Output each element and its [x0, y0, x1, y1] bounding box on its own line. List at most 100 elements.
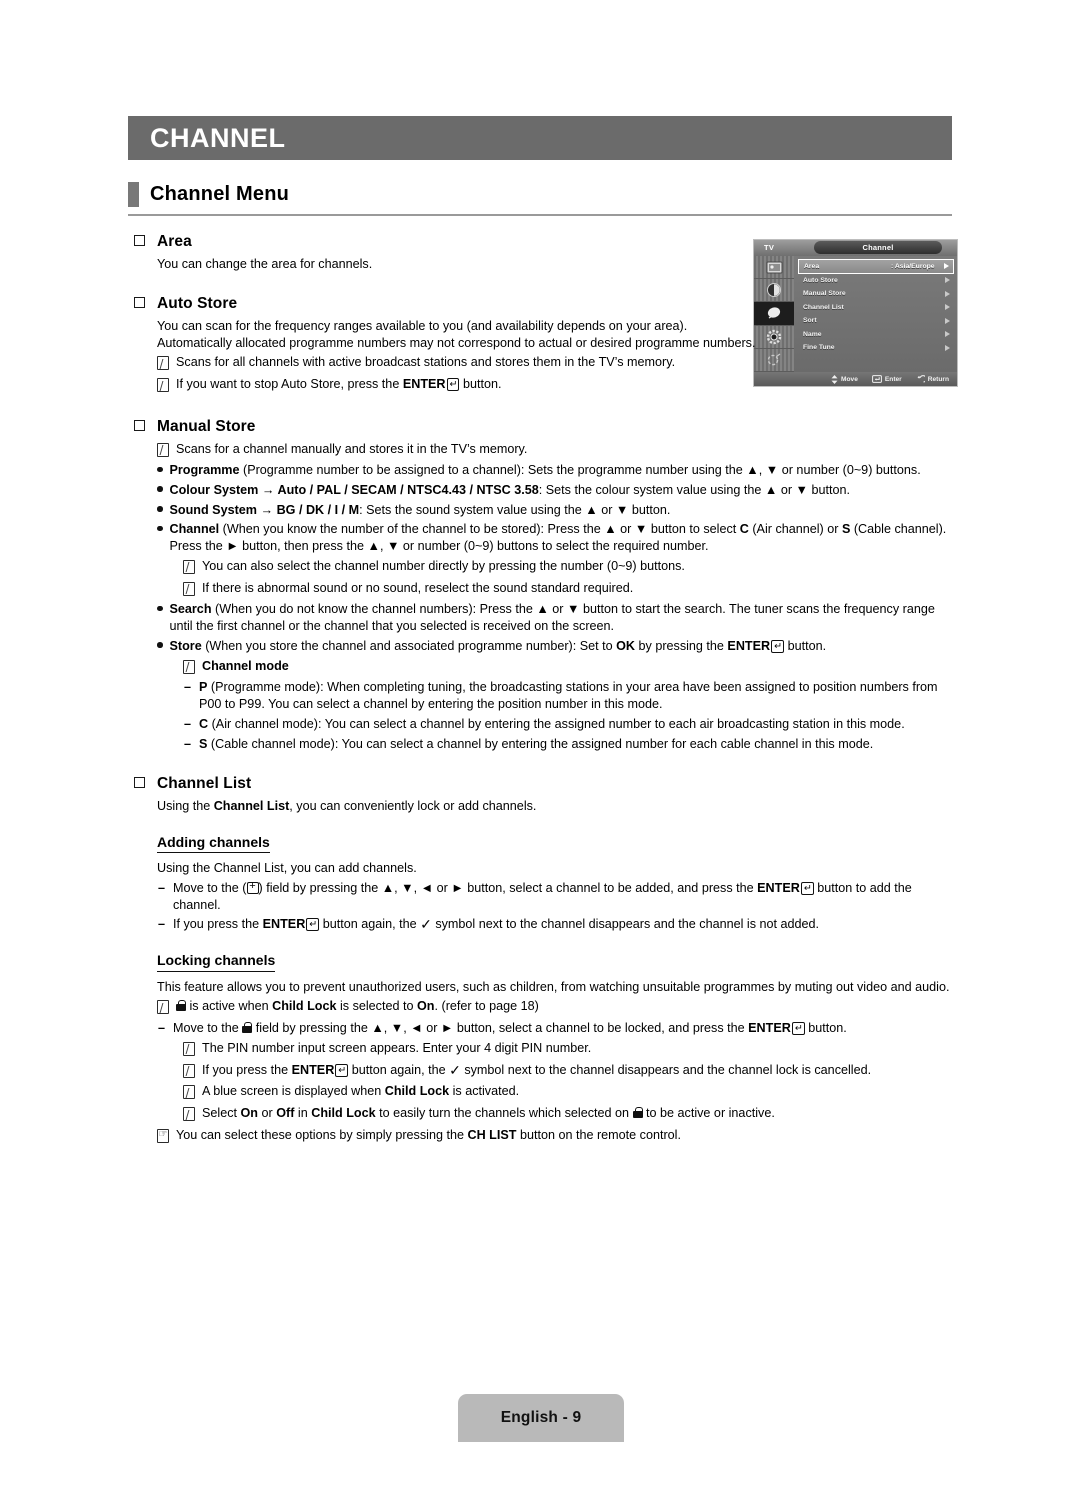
- note-text: is active when Child Lock is selected to…: [176, 998, 958, 1015]
- dash-text: P (Programme mode): When completing tuni…: [199, 680, 938, 712]
- dash-row: – S (Cable channel mode): You can select…: [183, 736, 958, 753]
- note-text: Select On or Off in Child Lock to easily…: [202, 1106, 775, 1121]
- bullet-row: Programme (Programme number to be assign…: [157, 462, 958, 479]
- page-number-label: English - 9: [500, 1409, 582, 1426]
- note-text: If you want to stop Auto Store, press th…: [176, 377, 502, 392]
- dash-text: S (Cable channel mode): You can select a…: [199, 736, 874, 751]
- note-text: If you press the ENTER ↵ button again, th…: [202, 1061, 872, 1078]
- checkbox-bullet-icon: [133, 416, 145, 431]
- note-text: Channel mode: [202, 658, 289, 673]
- enter-key-icon: ↵: [791, 1022, 805, 1036]
- heading-auto-store: Auto Store: [128, 294, 958, 315]
- bullet-row: Sound System → BG / DK / I / M: Sets the…: [157, 502, 958, 519]
- dash-row: – C (Air channel mode): You can select a…: [183, 716, 958, 733]
- note-row: If you press the ENTER ↵ button again, th…: [183, 1062, 958, 1081]
- note-icon: [183, 1083, 195, 1102]
- add-key-icon: [246, 881, 259, 894]
- note-icon: [183, 558, 195, 577]
- hand-note-text: You can select these options by simply p…: [176, 1127, 681, 1142]
- bullet-row: Store (When you store the channel and as…: [157, 638, 958, 655]
- bullet-text: Store (When you store the channel and as…: [169, 638, 827, 653]
- bullet-text: Colour System → Auto / PAL / SECAM / NTS…: [169, 482, 851, 497]
- dot-bullet-icon: [157, 601, 163, 618]
- bullet-text: Channel (When you know the number of the…: [169, 522, 947, 554]
- note-text: The PIN number input screen appears. Ent…: [202, 1040, 592, 1055]
- adding-channels-body: Using the Channel List, you can add chan…: [157, 861, 417, 876]
- section-heading: Channel Menu: [128, 182, 952, 207]
- note-row: If you want to stop Auto Store, press th…: [157, 376, 958, 395]
- page-footer-tab: English - 9: [458, 1394, 624, 1442]
- chapter-title: CHANNEL: [150, 122, 286, 153]
- checkbox-bullet-icon: [133, 294, 145, 309]
- note-row: Channel mode: [183, 658, 958, 677]
- note-row: is active when Child Lock is selected to…: [157, 998, 958, 1017]
- note-text: Scans for all channels with active broad…: [176, 355, 676, 370]
- note-icon: [157, 441, 169, 460]
- bullet-text: Sound System → BG / DK / I / M: Sets the…: [169, 502, 671, 517]
- dash-bullet-icon: –: [183, 736, 191, 751]
- dot-bullet-icon: [157, 502, 163, 519]
- auto-store-body: You can scan for the frequency ranges av…: [157, 318, 756, 350]
- note-row: You can also select the channel number d…: [183, 558, 958, 577]
- dash-row: – P (Programme mode): When completing tu…: [183, 679, 958, 712]
- dot-bullet-icon: [157, 462, 163, 479]
- note-row: Scans for all channels with active broad…: [157, 354, 958, 373]
- channel-list-body: Using the Channel List, you can convenie…: [157, 798, 537, 813]
- note-row: Scans for a channel manually and stores …: [157, 441, 958, 460]
- checkbox-bullet-icon: [133, 774, 145, 789]
- note-row: Select On or Off in Child Lock to easily…: [183, 1105, 958, 1124]
- subheading-locking-channels: Locking channels: [157, 951, 276, 972]
- heading-manual-store: Manual Store: [128, 416, 958, 438]
- hand-pointer-icon: [157, 1127, 169, 1146]
- enter-key-icon: ↵: [335, 1063, 349, 1077]
- dash-bullet-icon: –: [183, 716, 191, 731]
- dot-bullet-icon: [157, 482, 163, 499]
- dash-row: – Move to the () field by pressing the ▲…: [157, 880, 958, 913]
- chapter-header-bar: CHANNEL: [128, 116, 952, 160]
- heading-label: Manual Store: [157, 417, 256, 435]
- enter-key-icon: ↵: [306, 918, 320, 932]
- dash-bullet-icon: –: [183, 680, 191, 695]
- dot-bullet-icon: [157, 638, 163, 655]
- dash-row: – If you press the ENTER ↵ button again, …: [157, 916, 958, 933]
- enter-key-icon: ↵: [446, 378, 460, 392]
- note-text: You can also select the channel number d…: [202, 558, 685, 573]
- enter-key-icon: ↵: [771, 639, 785, 653]
- dot-bullet-icon: [157, 521, 163, 538]
- note-text: Scans for a channel manually and stores …: [176, 441, 528, 456]
- dash-bullet-icon: –: [157, 880, 165, 895]
- heading-area: Area: [128, 232, 958, 253]
- dash-text: C (Air channel mode): You can select a c…: [199, 716, 905, 731]
- lock-icon: [242, 1022, 253, 1034]
- note-row: The PIN number input screen appears. Ent…: [183, 1040, 958, 1059]
- bullet-text: Search (When you do not know the channel…: [169, 602, 935, 634]
- enter-key-icon: ↵: [800, 881, 814, 895]
- bullet-row: Search (When you do not know the channel…: [157, 601, 958, 634]
- dash-bullet-icon: –: [157, 917, 165, 932]
- area-body: You can change the area for channels.: [157, 256, 373, 271]
- bullet-row: Channel (When you know the number of the…: [157, 521, 958, 554]
- locking-channels-body: This feature allows you to prevent unaut…: [157, 979, 950, 994]
- note-row: A blue screen is displayed when Child Lo…: [183, 1083, 958, 1102]
- checkbox-bullet-icon: [133, 232, 145, 246]
- note-icon: [183, 1040, 195, 1059]
- subheading-adding-channels: Adding channels: [157, 833, 270, 854]
- note-icon: [183, 658, 195, 677]
- manual-page: CHANNEL Channel Menu TV Channel Area: A…: [0, 0, 1080, 1488]
- note-icon: [183, 1105, 195, 1124]
- heading-channel-list: Channel List: [128, 774, 958, 795]
- bullet-text: Programme (Programme number to be assign…: [169, 463, 921, 478]
- note-text: If there is abnormal sound or no sound, …: [202, 580, 634, 595]
- note-icon: [157, 354, 169, 373]
- section-divider: [128, 214, 952, 216]
- dash-text: If you press the ENTER ↵ button again, th…: [173, 916, 820, 933]
- section-marker-icon: [128, 182, 139, 207]
- note-row: If there is abnormal sound or no sound, …: [183, 580, 958, 599]
- manual-body: Area You can change the area for channel…: [128, 232, 958, 1146]
- note-icon: [157, 376, 169, 395]
- heading-label: Channel List: [157, 775, 252, 793]
- dash-text: Move to the field by pressing the ▲, ▼, …: [173, 1021, 847, 1036]
- heading-label: Area: [157, 233, 192, 250]
- section-title: Channel Menu: [150, 183, 290, 205]
- note-icon: [183, 580, 195, 599]
